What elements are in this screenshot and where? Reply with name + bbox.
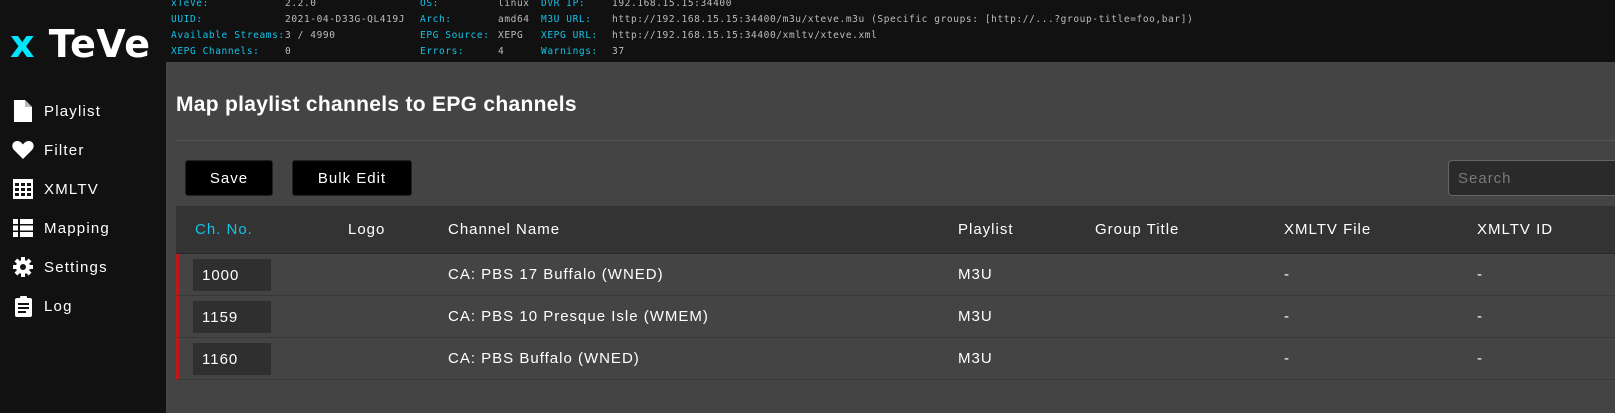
info-col-values-3: 192.168.15.15:34400 http://192.168.15.15… — [612, 0, 1193, 60]
column-header-playlist[interactable]: Playlist — [958, 221, 1014, 238]
table-row[interactable]: CA: PBS 10 Presque Isle (WMEM) M3U - - — [176, 296, 1615, 338]
channel-name: CA: PBS 10 Presque Isle (WMEM) — [448, 308, 709, 325]
info-value: http://192.168.15.15:34400/m3u/xteve.m3u… — [612, 14, 1194, 25]
sidebar-item-label: Filter — [44, 141, 85, 159]
channel-number-input[interactable] — [193, 259, 271, 291]
table-header: Ch. No. Logo Channel Name Playlist Group… — [176, 206, 1615, 254]
sidebar: Playlist Filter XMLTV Mapping Settings L… — [0, 62, 166, 413]
table-row[interactable]: CA: PBS Buffalo (WNED) M3U - - — [176, 338, 1615, 380]
sidebar-item-label: Playlist — [44, 102, 102, 120]
sidebar-item-filter[interactable]: Filter — [0, 131, 166, 169]
logo-name: TeVe — [48, 22, 151, 66]
info-value: XEPG — [498, 30, 524, 41]
info-col-values-2: linux amd64 XEPG 4 — [498, 0, 530, 60]
sidebar-item-label: XMLTV — [44, 180, 99, 198]
channel-name: CA: PBS 17 Buffalo (WNED) — [448, 266, 664, 283]
calendar-grid-icon — [12, 178, 34, 200]
xmltv-file: - — [1284, 308, 1290, 325]
info-key: M3U URL: — [541, 14, 592, 25]
info-value: 192.168.15.15:34400 — [612, 0, 733, 9]
column-header-xmltv-file[interactable]: XMLTV File — [1284, 221, 1371, 238]
channel-number-input[interactable] — [193, 343, 271, 375]
list-icon — [12, 217, 34, 239]
save-button[interactable]: Save — [185, 160, 273, 196]
info-col-values-1: 2.2.0 2021-04-D33G-QL419J 3 / 4990 0 — [285, 0, 405, 60]
sidebar-item-label: Log — [44, 297, 73, 315]
info-key: Warnings: — [541, 46, 598, 57]
header-bar: x TeVe xTeVe: UUID: Available Streams: X… — [0, 0, 1615, 66]
heart-icon — [12, 139, 34, 161]
info-key: xTeVe: — [171, 0, 209, 9]
column-header-channel-name[interactable]: Channel Name — [448, 221, 560, 238]
info-key: UUID: — [171, 14, 203, 25]
column-header-group-title[interactable]: Group Title — [1095, 221, 1179, 238]
sidebar-item-label: Mapping — [44, 219, 110, 237]
page-title: Map playlist channels to EPG channels — [176, 93, 577, 116]
info-key: XEPG Channels: — [171, 46, 260, 57]
column-header-ch-no[interactable]: Ch. No. — [195, 221, 253, 238]
info-value: 37 — [612, 46, 625, 57]
info-value: http://192.168.15.15:34400/xmltv/xteve.x… — [612, 30, 878, 41]
app-logo[interactable]: x TeVe — [10, 22, 151, 66]
info-key: Arch: — [420, 14, 452, 25]
channel-number-input[interactable] — [193, 301, 271, 333]
info-value: 0 — [285, 46, 292, 57]
column-header-xmltv-id[interactable]: XMLTV ID — [1477, 221, 1553, 238]
table-row[interactable]: CA: PBS 17 Buffalo (WNED) M3U - - — [176, 254, 1615, 296]
sidebar-item-xmltv[interactable]: XMLTV — [0, 170, 166, 208]
sidebar-item-playlist[interactable]: Playlist — [0, 92, 166, 130]
sidebar-item-label: Settings — [44, 258, 108, 276]
info-value: linux — [498, 0, 530, 9]
main-content: Map playlist channels to EPG channels Sa… — [166, 62, 1615, 413]
info-value: 2.2.0 — [285, 0, 317, 9]
bulk-edit-button[interactable]: Bulk Edit — [292, 160, 412, 196]
sidebar-item-settings[interactable]: Settings — [0, 248, 166, 286]
info-key: Available Streams: — [171, 30, 285, 41]
playlist-name: M3U — [958, 350, 993, 367]
xmltv-id: - — [1477, 350, 1483, 367]
file-icon — [12, 100, 34, 122]
info-value: 4 — [498, 46, 505, 57]
xmltv-file: - — [1284, 350, 1290, 367]
xmltv-id: - — [1477, 266, 1483, 283]
info-key: EPG Source: — [420, 30, 490, 41]
playlist-name: M3U — [958, 308, 993, 325]
info-value: 3 / 4990 — [285, 30, 336, 41]
info-key: OS: — [420, 0, 439, 9]
info-key: XEPG URL: — [541, 30, 598, 41]
info-value: 2021-04-D33G-QL419J — [285, 14, 406, 25]
info-key: DVR IP: — [541, 0, 586, 9]
info-col-keys-1: xTeVe: UUID: Available Streams: XEPG Cha… — [171, 0, 285, 60]
xmltv-id: - — [1477, 308, 1483, 325]
mapping-table: Ch. No. Logo Channel Name Playlist Group… — [176, 206, 1615, 380]
info-key: Errors: — [420, 46, 465, 57]
gear-icon — [12, 256, 34, 278]
clipboard-icon — [12, 295, 34, 317]
info-col-keys-3: DVR IP: M3U URL: XEPG URL: Warnings: — [541, 0, 598, 60]
search-input[interactable] — [1448, 160, 1615, 196]
info-col-keys-2: OS: Arch: EPG Source: Errors: — [420, 0, 490, 60]
playlist-name: M3U — [958, 266, 993, 283]
sidebar-item-log[interactable]: Log — [0, 287, 166, 325]
channel-name: CA: PBS Buffalo (WNED) — [448, 350, 640, 367]
xmltv-file: - — [1284, 266, 1290, 283]
info-value: amd64 — [498, 14, 530, 25]
sidebar-item-mapping[interactable]: Mapping — [0, 209, 166, 247]
divider — [176, 140, 1615, 141]
logo-x: x — [10, 22, 36, 66]
column-header-logo[interactable]: Logo — [348, 221, 385, 238]
